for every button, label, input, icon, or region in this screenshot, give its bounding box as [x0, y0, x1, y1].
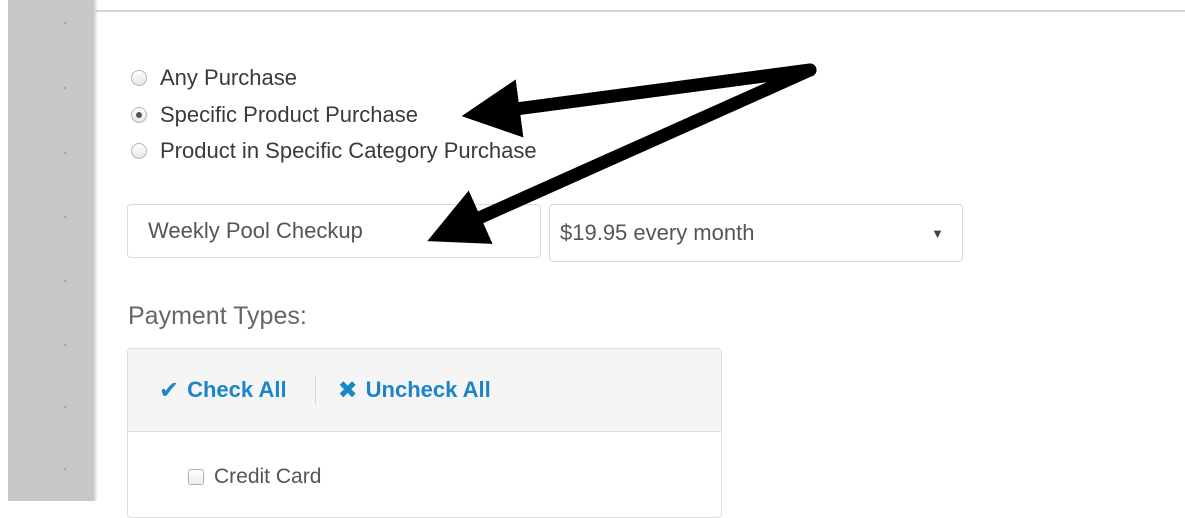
annotation-arrows: [427, 63, 817, 244]
